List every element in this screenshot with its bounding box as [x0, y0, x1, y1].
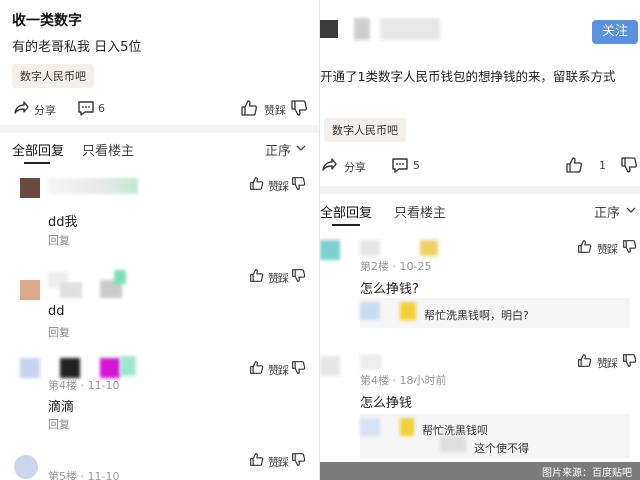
- username-redacted: [380, 18, 440, 40]
- username-redacted: [400, 418, 414, 436]
- username-redacted: [400, 302, 416, 320]
- subreply-text: 这个使不得: [474, 442, 529, 455]
- username-redacted: [60, 358, 80, 378]
- dislike-label[interactable]: 踩: [275, 102, 286, 118]
- source-watermark-text: 图片来源：百度贴吧: [542, 468, 632, 479]
- thumb-down-icon[interactable]: [291, 176, 306, 191]
- username-redacted: [360, 354, 382, 370]
- forum-tag[interactable]: 数字人民币吧: [12, 64, 94, 88]
- chevron-down-icon[interactable]: [626, 205, 636, 215]
- thumb-up-icon[interactable]: [577, 239, 592, 254]
- thumb-up-icon[interactable]: [577, 353, 592, 368]
- share-label[interactable]: 分享: [34, 102, 56, 118]
- reply-meta: 第5楼 · 11-10: [48, 470, 120, 480]
- reply-meta: 第4楼 · 18小时前: [360, 374, 447, 387]
- thumb-up-icon[interactable]: [249, 452, 264, 467]
- username-redacted: [48, 178, 138, 194]
- chevron-down-icon[interactable]: [296, 143, 306, 153]
- reply-button[interactable]: 回复: [48, 324, 70, 340]
- reply-meta: 第4楼 · 11-10: [48, 379, 120, 392]
- comment-icon[interactable]: [77, 99, 95, 117]
- left-screenshot: 收一类数字 有的老哥私我 日入5位 数字人民币吧 分享 6 赞 踩 全部回复 只…: [0, 0, 320, 480]
- tab-all-replies[interactable]: 全部回复: [12, 140, 64, 159]
- avatar[interactable]: [20, 358, 40, 378]
- forum-tag[interactable]: 数字人民币吧: [324, 118, 406, 142]
- dislike-label[interactable]: 踩: [278, 362, 289, 378]
- dislike-label[interactable]: 踩: [278, 178, 289, 194]
- reply-content: dd我: [48, 215, 78, 230]
- username-redacted: [100, 358, 120, 378]
- avatar[interactable]: [320, 20, 338, 38]
- avatar[interactable]: [14, 455, 38, 479]
- reply-meta: 第2楼 · 10-25: [360, 260, 432, 273]
- thumb-down-icon[interactable]: [291, 452, 306, 467]
- avatar[interactable]: [20, 178, 40, 198]
- thumb-down-icon[interactable]: [620, 156, 638, 174]
- reply-content: 滴滴: [48, 400, 75, 415]
- reply-button[interactable]: 回复: [48, 232, 70, 248]
- reply-content: 怎么挣钱: [360, 396, 413, 411]
- dislike-label[interactable]: 踩: [278, 270, 289, 286]
- thumb-up-icon[interactable]: [565, 156, 583, 174]
- thumb-up-icon[interactable]: [249, 268, 264, 283]
- follow-button[interactable]: 关注: [592, 20, 638, 44]
- avatar[interactable]: [320, 356, 340, 376]
- username-redacted: [360, 418, 380, 436]
- dislike-label[interactable]: 踩: [278, 454, 289, 470]
- thumb-up-icon[interactable]: [240, 99, 258, 117]
- username-redacted: [114, 270, 126, 284]
- section-divider: [0, 125, 320, 133]
- share-icon[interactable]: [12, 99, 30, 117]
- thumb-down-icon[interactable]: [622, 239, 637, 254]
- share-icon[interactable]: [320, 156, 338, 174]
- username-redacted: [360, 240, 380, 256]
- username-redacted: [120, 356, 136, 376]
- dislike-label[interactable]: 踩: [607, 241, 618, 257]
- tab-active-underline: [332, 224, 360, 226]
- thumb-down-icon[interactable]: [290, 99, 308, 117]
- thumb-up-icon[interactable]: [249, 360, 264, 375]
- share-label[interactable]: 分享: [344, 159, 366, 175]
- username-redacted: [360, 302, 380, 320]
- tab-all-replies[interactable]: 全部回复: [320, 202, 372, 221]
- comment-count: 5: [413, 159, 420, 172]
- avatar[interactable]: [320, 240, 340, 260]
- username-redacted: [440, 436, 466, 452]
- post-body: 开通了1类数字人民币钱包的想挣钱的来，留联系方式: [320, 69, 616, 84]
- tab-op-only[interactable]: 只看楼主: [394, 202, 446, 221]
- comment-count: 6: [98, 102, 105, 115]
- dislike-label[interactable]: 踩: [607, 355, 618, 371]
- right-screenshot: 关注 开通了1类数字人民币钱包的想挣钱的来，留联系方式 数字人民币吧 分享 5 …: [320, 0, 640, 480]
- avatar[interactable]: [20, 280, 40, 300]
- source-watermark: 图片来源：百度贴吧: [320, 462, 640, 480]
- like-label[interactable]: 赞: [264, 102, 275, 118]
- username-redacted: [60, 282, 82, 298]
- section-divider: [320, 186, 640, 194]
- subreply-text: 帮忙洗黑钱啊，明白?: [424, 309, 529, 322]
- thumb-down-icon[interactable]: [291, 268, 306, 283]
- thumb-up-icon[interactable]: [249, 176, 264, 191]
- like-count: 1: [599, 159, 606, 172]
- sort-order[interactable]: 正序: [594, 202, 620, 221]
- thumb-down-icon[interactable]: [622, 353, 637, 368]
- sort-order[interactable]: 正序: [265, 140, 291, 159]
- username-redacted: [354, 18, 370, 40]
- username-redacted: [420, 240, 438, 256]
- reply-content: dd: [48, 304, 65, 319]
- thumb-down-icon[interactable]: [291, 360, 306, 375]
- reply-button[interactable]: 回复: [48, 416, 70, 432]
- post-title: 收一类数字: [12, 13, 82, 29]
- post-body: 有的老哥私我 日入5位: [12, 40, 142, 55]
- reply-content: 怎么挣钱?: [360, 282, 419, 297]
- tab-op-only[interactable]: 只看楼主: [82, 140, 134, 159]
- tab-active-underline: [24, 162, 50, 164]
- comment-icon[interactable]: [391, 156, 409, 174]
